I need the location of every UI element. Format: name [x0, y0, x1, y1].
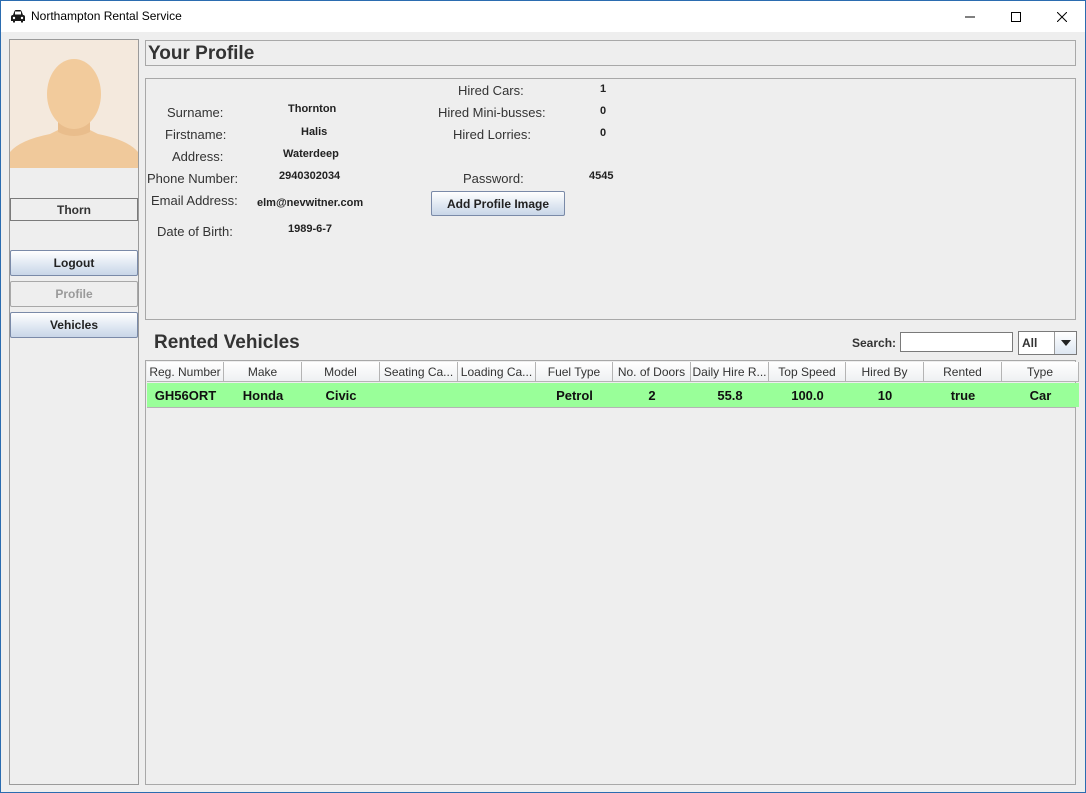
hired-minibusses-label: Hired Mini-busses:: [438, 105, 546, 120]
column-header[interactable]: No. of Doors: [613, 362, 691, 382]
search-label: Search:: [852, 336, 897, 350]
email-label: Email Address:: [151, 193, 238, 208]
close-button[interactable]: [1039, 1, 1085, 32]
table-header: Reg. Number Make Model Seating Ca... Loading…: [147, 362, 1079, 382]
column-header[interactable]: Rented: [924, 362, 1002, 382]
table-cell: 10: [877, 387, 893, 403]
table-cell: GH56ORT: [154, 387, 217, 403]
table-cell: 2: [648, 387, 656, 403]
column-header[interactable]: Top Speed: [769, 362, 846, 382]
table-row[interactable]: GH56ORT Honda Civic Petrol 2 55.8 100.0 10 true C…: [147, 383, 1079, 407]
column-header[interactable]: Loading Ca...: [458, 362, 536, 382]
table-cell: Civic: [325, 387, 357, 403]
column-header[interactable]: Daily Hire R...: [691, 362, 769, 382]
search-input[interactable]: [900, 332, 1013, 352]
firstname-value: Halis: [301, 126, 328, 138]
avatar: [10, 40, 138, 168]
email-value: elm@nevwitner.com: [257, 197, 364, 209]
vehicles-button[interactable]: Vehicles: [10, 312, 138, 338]
hired-minibusses-value: 0: [600, 105, 607, 117]
firstname-label: Firstname:: [165, 127, 227, 142]
dob-label: Date of Birth:: [157, 224, 233, 239]
profile-button[interactable]: Profile: [10, 281, 138, 307]
hired-lorries-label: Hired Lorries:: [453, 127, 532, 142]
hired-cars-label: Hired Cars:: [458, 83, 524, 98]
main-content: Thorn Logout Profile Vehicles Your Profi…: [1, 32, 1085, 792]
table-cell: Honda: [242, 387, 284, 403]
username-display: Thorn: [10, 198, 138, 221]
column-header[interactable]: Type: [1002, 362, 1079, 382]
profile-header: Your Profile: [145, 40, 1076, 66]
phone-value: 2940302034: [279, 170, 341, 182]
maximize-icon: [1011, 11, 1021, 22]
default-avatar-icon: [10, 40, 138, 168]
password-label: Password:: [463, 171, 524, 186]
filter-selected-value: All: [1022, 336, 1038, 350]
dob-value: 1989-6-7: [288, 223, 333, 235]
dropdown-arrow[interactable]: [1054, 332, 1076, 354]
window-title: Northampton Rental Service: [31, 9, 182, 23]
sidebar: Thorn Logout Profile Vehicles: [9, 39, 139, 785]
address-value: Waterdeep: [283, 148, 339, 160]
column-header[interactable]: Make: [224, 362, 302, 382]
close-icon: [1057, 11, 1067, 22]
table-cell: Car: [1029, 387, 1052, 403]
column-header[interactable]: Hired By: [846, 362, 924, 382]
maximize-button[interactable]: [993, 1, 1039, 32]
column-header[interactable]: Fuel Type: [536, 362, 613, 382]
table-cell: [380, 383, 458, 407]
profile-details-panel: Surname: Thornton Firstname: Halis Addre…: [145, 78, 1076, 320]
chevron-down-icon: [1060, 340, 1071, 346]
minimize-button[interactable]: [947, 1, 993, 32]
page-title: Your Profile: [148, 43, 255, 64]
row-divider: [147, 407, 1075, 408]
address-label: Address:: [172, 149, 224, 164]
table-cell: 55.8: [717, 387, 743, 403]
table-cell: [458, 383, 536, 407]
rented-vehicles-heading: Rented Vehicles: [154, 332, 300, 353]
hired-cars-value: 1: [600, 83, 607, 95]
rented-vehicles-table[interactable]: Reg. Number Make Model Seating Ca... Loading…: [145, 360, 1079, 785]
table-cell: Petrol: [556, 387, 593, 403]
logout-button[interactable]: Logout: [10, 250, 138, 276]
car-icon: [11, 10, 25, 23]
surname-value: Thornton: [288, 103, 337, 115]
vehicle-type-filter[interactable]: All: [1018, 331, 1077, 355]
app-window: Northampton Rental Service Thorn Logout: [0, 0, 1086, 793]
table-cell: 100.0: [791, 387, 824, 403]
column-header[interactable]: Seating Ca...: [380, 362, 458, 382]
minimize-icon: [965, 16, 975, 17]
phone-label: Phone Number:: [147, 171, 239, 186]
table-cell: true: [950, 387, 976, 403]
add-profile-image-button[interactable]: Add Profile Image: [431, 191, 565, 216]
hired-lorries-value: 0: [600, 127, 607, 139]
column-header[interactable]: Reg. Number: [147, 362, 224, 382]
surname-label: Surname:: [167, 105, 224, 120]
column-header[interactable]: Model: [302, 362, 380, 382]
password-value: 4545: [589, 170, 614, 182]
title-bar: Northampton Rental Service: [1, 1, 1085, 32]
